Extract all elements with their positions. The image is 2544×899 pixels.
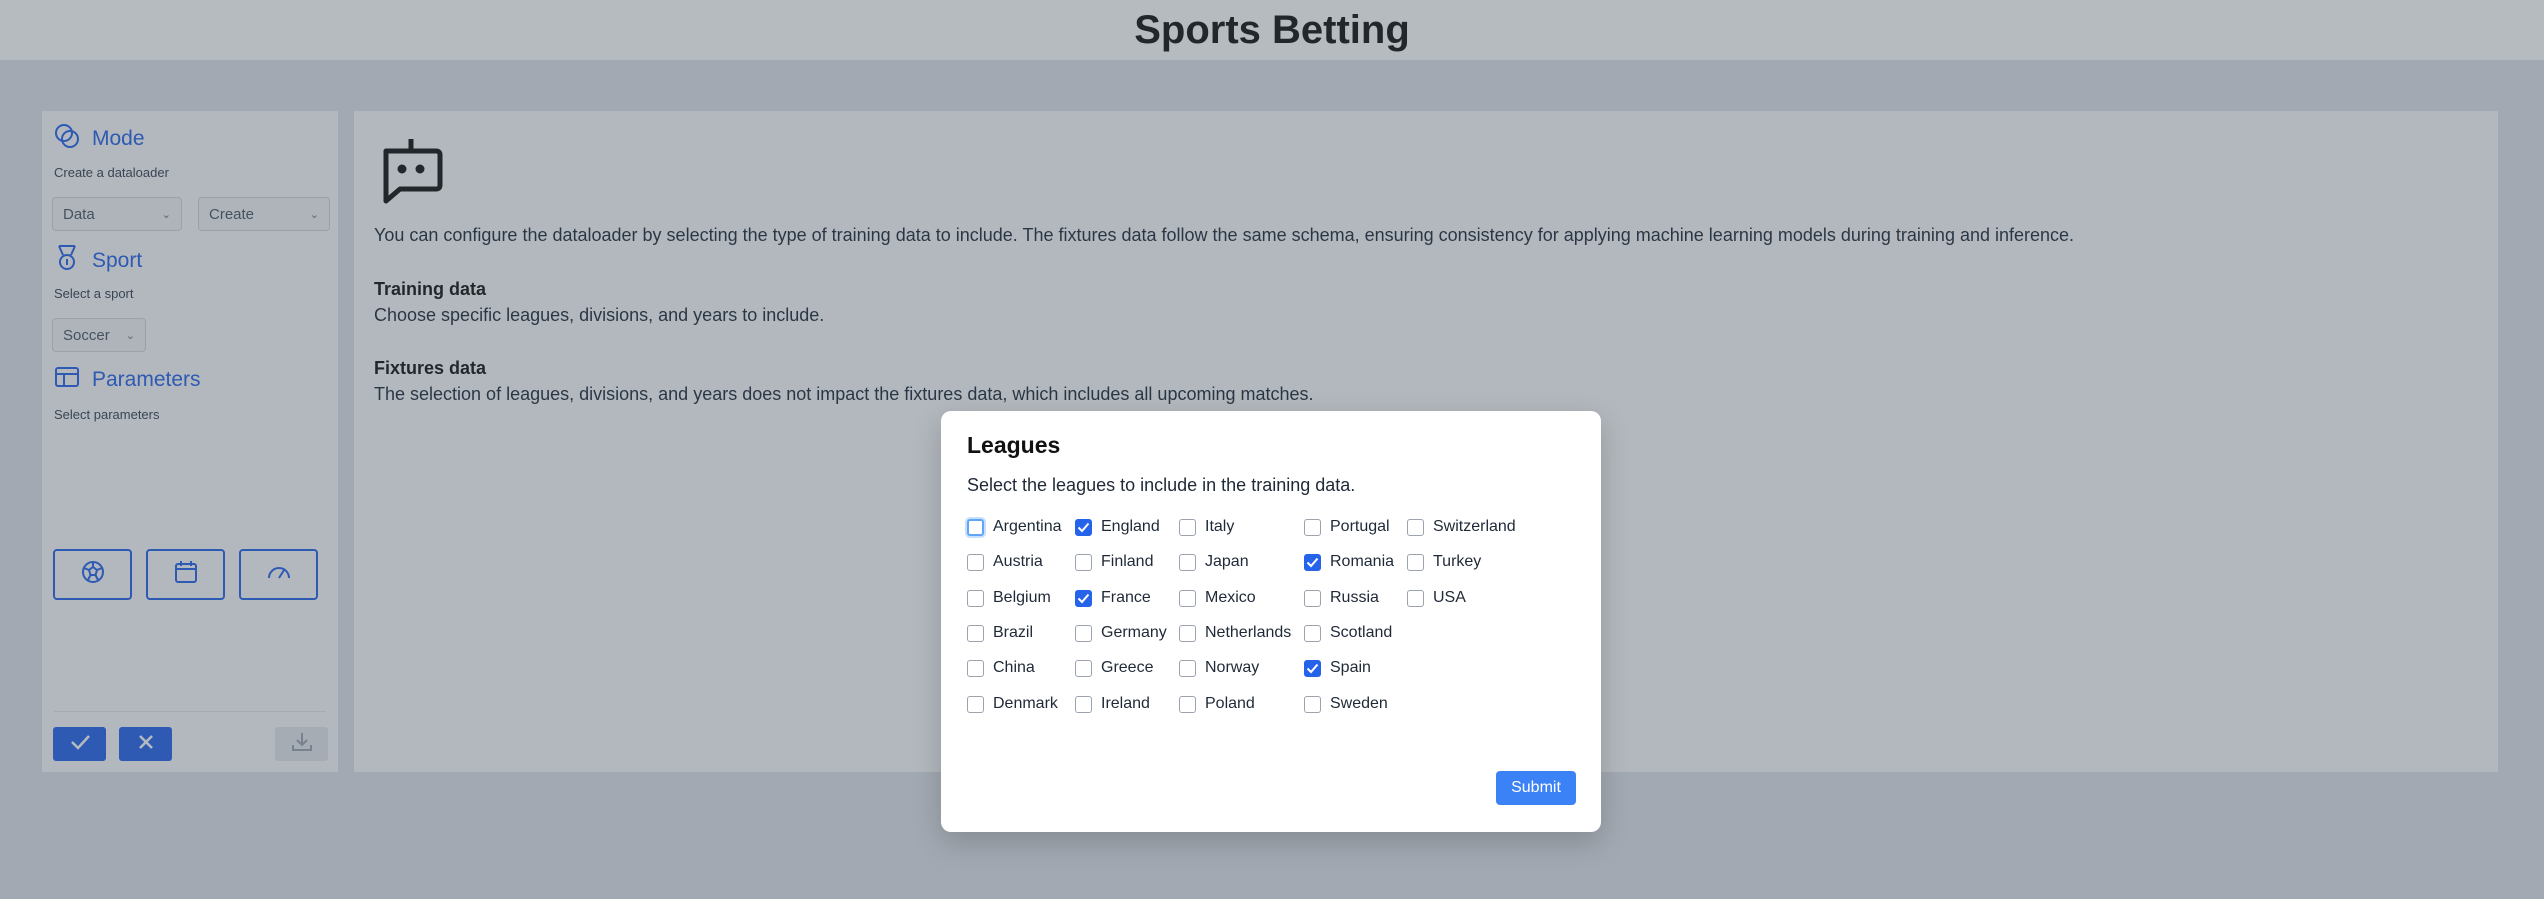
league-checkbox[interactable] [967, 589, 984, 607]
league-checkbox[interactable] [967, 624, 984, 642]
league-label: USA [1433, 589, 1466, 606]
league-label: France [1101, 589, 1151, 606]
league-option[interactable]: Belgium [967, 587, 1051, 609]
league-checkbox[interactable] [1179, 518, 1196, 536]
league-label: Mexico [1205, 589, 1256, 606]
league-option[interactable]: England [1075, 516, 1160, 538]
league-label: Japan [1205, 553, 1249, 570]
league-option[interactable]: Ireland [1075, 693, 1150, 715]
league-label: Russia [1330, 589, 1379, 606]
league-label: Spain [1330, 659, 1371, 676]
league-option[interactable]: Turkey [1407, 551, 1481, 573]
modal-title: Leagues [967, 432, 1061, 458]
league-checkbox[interactable] [1304, 659, 1321, 677]
modal-description: Select the leagues to include in the tra… [967, 475, 1356, 495]
league-option[interactable]: USA [1407, 587, 1466, 609]
league-label: England [1101, 518, 1160, 535]
league-checkbox[interactable] [967, 659, 984, 677]
league-checkbox[interactable] [967, 553, 984, 571]
league-label: Norway [1205, 659, 1260, 676]
league-label: Romania [1330, 553, 1395, 570]
league-option[interactable]: France [1075, 587, 1151, 609]
league-option[interactable]: Romania [1304, 551, 1394, 573]
league-option[interactable]: Norway [1179, 657, 1259, 679]
league-label: Ireland [1101, 695, 1150, 712]
league-checkbox[interactable] [1304, 624, 1321, 642]
league-checkbox[interactable] [1407, 553, 1424, 571]
league-option[interactable]: Switzerland [1407, 516, 1516, 538]
league-checkbox[interactable] [1304, 695, 1321, 713]
league-option[interactable]: Italy [1179, 516, 1234, 538]
league-label: Italy [1205, 518, 1235, 535]
league-option[interactable]: Russia [1304, 587, 1379, 609]
league-checkbox[interactable] [1075, 659, 1092, 677]
league-label: Austria [993, 553, 1043, 570]
league-option[interactable]: Scotland [1304, 622, 1392, 644]
league-label: Netherlands [1205, 624, 1292, 641]
league-checkbox[interactable] [1075, 553, 1092, 571]
league-label: Germany [1101, 624, 1167, 641]
league-label: Scotland [1330, 624, 1393, 641]
league-checkbox[interactable] [967, 518, 984, 536]
league-option[interactable]: Brazil [967, 622, 1033, 644]
league-checkbox[interactable] [1075, 624, 1092, 642]
league-checkbox[interactable] [1075, 518, 1092, 536]
league-checkbox[interactable] [1075, 589, 1092, 607]
league-label: Denmark [993, 695, 1058, 712]
league-checkbox[interactable] [1407, 589, 1424, 607]
league-checkbox[interactable] [1179, 624, 1196, 642]
league-option[interactable]: Netherlands [1179, 622, 1291, 644]
league-label: Finland [1101, 553, 1154, 570]
league-label: Greece [1101, 659, 1154, 676]
league-checkbox[interactable] [1304, 553, 1321, 571]
league-checkbox[interactable] [1179, 553, 1196, 571]
league-option[interactable]: Germany [1075, 622, 1167, 644]
league-option[interactable]: Spain [1304, 657, 1371, 679]
league-label: Brazil [993, 624, 1034, 641]
league-label: China [993, 659, 1035, 676]
league-label: Belgium [993, 589, 1051, 606]
league-label: Sweden [1330, 695, 1388, 712]
league-option[interactable]: China [967, 657, 1035, 679]
league-checkbox[interactable] [1075, 695, 1092, 713]
leagues-modal: Leagues Select the leagues to include in… [941, 411, 1601, 832]
league-label: Switzerland [1433, 518, 1516, 535]
league-checkbox[interactable] [1304, 518, 1321, 536]
league-option[interactable]: Denmark [967, 693, 1058, 715]
league-option[interactable]: Japan [1179, 551, 1249, 573]
league-checkbox[interactable] [1179, 659, 1196, 677]
league-option[interactable]: Poland [1179, 693, 1255, 715]
league-option[interactable]: Finland [1075, 551, 1153, 573]
league-option[interactable]: Argentina [967, 516, 1062, 538]
league-checkbox[interactable] [1304, 589, 1321, 607]
league-option[interactable]: Mexico [1179, 587, 1256, 609]
league-option[interactable]: Portugal [1304, 516, 1390, 538]
league-option[interactable]: Austria [967, 551, 1043, 573]
league-checkbox[interactable] [1179, 695, 1196, 713]
league-label: Poland [1205, 695, 1255, 712]
league-option[interactable]: Greece [1075, 657, 1153, 679]
submit-button[interactable]: Submit [1496, 771, 1576, 805]
league-checkbox[interactable] [1407, 518, 1424, 536]
league-label: Argentina [993, 518, 1062, 535]
league-checkbox[interactable] [967, 695, 984, 713]
league-label: Portugal [1330, 518, 1390, 535]
league-checkbox[interactable] [1179, 589, 1196, 607]
league-option[interactable]: Sweden [1304, 693, 1388, 715]
league-label: Turkey [1433, 553, 1482, 570]
